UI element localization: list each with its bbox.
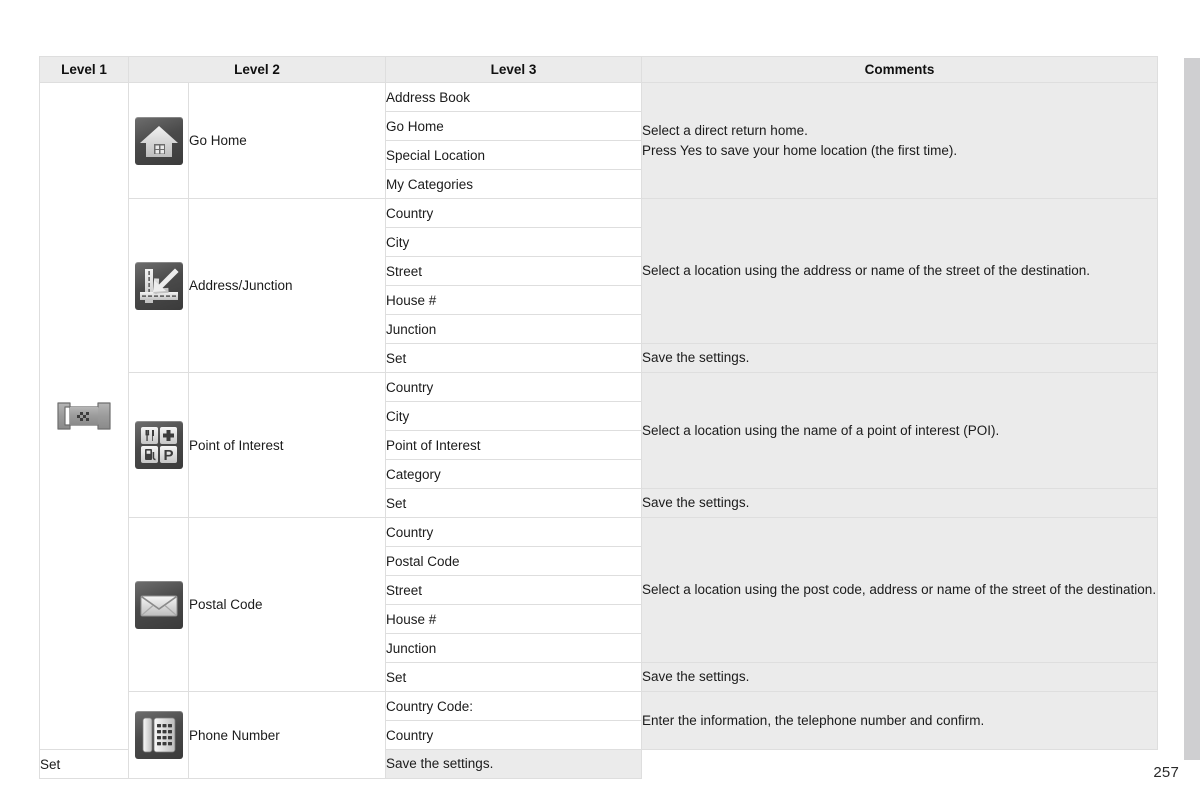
header-row: Level 1 Level 2 Level 3 Comments <box>39 56 1158 83</box>
level-2-icon-postal-code <box>128 517 189 692</box>
level-3-item: Address Book <box>385 82 642 112</box>
level-3-item: House # <box>385 604 642 634</box>
level-3-item: Special Location <box>385 140 642 170</box>
level-2-label-go-home: Go Home <box>188 82 386 199</box>
level-3-item-set: Set <box>385 343 642 373</box>
level-2-icon-point-of-interest: P <box>128 372 189 518</box>
comment-line: Select a location using the name of a po… <box>642 422 1000 438</box>
header-comments: Comments <box>641 56 1158 83</box>
level-3-item: Country <box>385 720 642 750</box>
level-3-item: City <box>385 401 642 431</box>
home-icon <box>134 116 183 165</box>
header-level-1: Level 1 <box>39 56 129 83</box>
level-3-item-set: Set <box>39 749 129 779</box>
table-body: Go Home Address Book Select a direct ret… <box>39 82 1158 779</box>
comment-line: Enter the information, the telephone num… <box>642 712 985 728</box>
comment-cell-set: Save the settings. <box>641 488 1158 518</box>
navigation-menu-table: Level 1 Level 2 Level 3 Comments Go Home… <box>39 56 1158 779</box>
comment-line: Select a location using the address or n… <box>642 263 1091 279</box>
comment-cell-set: Save the settings. <box>641 662 1158 692</box>
level-3-item: Category <box>385 459 642 489</box>
comment-cell-point-of-interest: Select a location using the name of a po… <box>641 372 1158 489</box>
telephone-icon <box>134 711 183 759</box>
level-2-label-phone-number: Phone Number <box>188 691 386 779</box>
table-row: Postal Code Country Select a location us… <box>40 517 1158 692</box>
comment-cell-postal-code: Select a location using the post code, a… <box>641 517 1158 663</box>
table-header: Level 1 Level 2 Level 3 Comments <box>39 56 1158 83</box>
level-3-item: Street <box>385 256 642 286</box>
table-row: Phone Number Country Code: Enter the inf… <box>40 691 1158 779</box>
comment-line: Select a location using the post code, a… <box>642 582 1157 598</box>
level-2-label-point-of-interest: Point of Interest <box>188 372 386 518</box>
poi-grid-icon: P <box>134 421 183 469</box>
level-3-item: Postal Code <box>385 546 642 576</box>
level-2-label-postal-code: Postal Code <box>188 517 386 692</box>
comment-cell-set: Save the settings. <box>385 749 642 779</box>
level-3-item: Country <box>385 517 642 547</box>
header-level-3: Level 3 <box>385 56 642 83</box>
comment-cell-set: Save the settings. <box>641 343 1158 373</box>
table-row: Address/Junction Country Select a locati… <box>40 198 1158 373</box>
comment-cell-go-home: Select a direct return home. Press Yes t… <box>641 82 1158 199</box>
level-3-item: Junction <box>385 633 642 663</box>
level-3-item: Point of Interest <box>385 430 642 460</box>
page-side-tab <box>1184 58 1200 760</box>
level-3-item: Go Home <box>385 111 642 141</box>
level-1-destination-cell <box>39 82 129 750</box>
level-2-icon-address-junction <box>128 198 189 373</box>
level-3-item: Country <box>385 372 642 402</box>
manual-page: Level 1 Level 2 Level 3 Comments Go Home… <box>0 0 1200 800</box>
destination-flag-icon <box>55 401 113 431</box>
svg-text:P: P <box>163 447 173 464</box>
page-number: 257 <box>1153 764 1179 781</box>
level-3-item: Country Code: <box>385 691 642 721</box>
comment-line: Select a direct return home. <box>642 122 808 138</box>
level-2-icon-go-home <box>128 82 189 199</box>
header-level-2: Level 2 <box>128 56 386 83</box>
level-3-item-set: Set <box>385 488 642 518</box>
level-3-item: Country <box>385 198 642 228</box>
level-3-item: My Categories <box>385 169 642 199</box>
comment-cell-address-junction: Select a location using the address or n… <box>641 198 1158 344</box>
level-2-icon-phone-number <box>128 691 189 779</box>
table-row: P Point of Interest Country Select a loc… <box>40 372 1158 518</box>
level-3-item: City <box>385 227 642 257</box>
road-junction-icon <box>134 261 183 310</box>
level-3-item: Street <box>385 575 642 605</box>
table-row: Go Home Address Book Select a direct ret… <box>39 82 1158 750</box>
level-3-item: Junction <box>385 314 642 344</box>
comment-cell-phone-number: Enter the information, the telephone num… <box>641 691 1158 750</box>
envelope-icon <box>134 580 183 629</box>
level-3-item-set: Set <box>385 662 642 692</box>
level-2-label-address-junction: Address/Junction <box>188 198 386 373</box>
level-3-item: House # <box>385 285 642 315</box>
comment-line: Press Yes to save your home location (th… <box>642 142 958 158</box>
